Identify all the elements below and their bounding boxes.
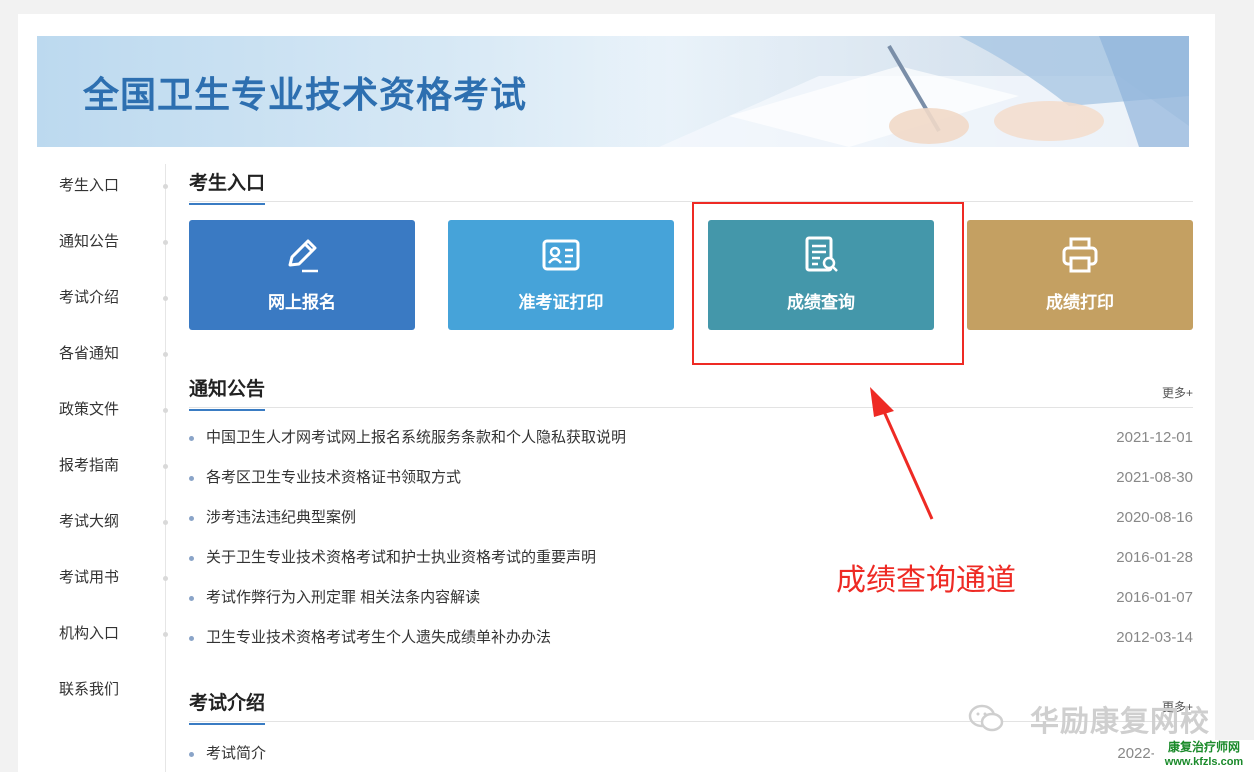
section-header-notices: 通知公告 更多+ [189, 370, 1193, 411]
sidebar-item-guide[interactable]: 报考指南 [37, 444, 168, 500]
bullet [189, 752, 194, 757]
badge-url: www.kfzls.com [1164, 756, 1244, 768]
annotation-arrow [870, 387, 934, 520]
sidebar-item-policies[interactable]: 政策文件 [37, 388, 168, 444]
sidebar-dot [163, 520, 168, 525]
notice-title[interactable]: 考试作弊行为入刑定罪 相关法条内容解读 [206, 578, 480, 618]
id-card-icon [542, 239, 580, 271]
watermark-text: 华励康复网校 [1030, 706, 1211, 738]
notice-title[interactable]: 各考区卫生专业技术资格证书领取方式 [206, 458, 461, 498]
sidebar-dot [163, 576, 168, 581]
score-query-highlight-box [692, 202, 964, 365]
sidebar-item-province-notices[interactable]: 各省通知 [37, 332, 168, 388]
tile-label: 成绩打印 [1046, 293, 1114, 312]
notice-date: 2016-01-07 [1116, 589, 1193, 606]
sidebar-item-label: 通知公告 [59, 233, 120, 250]
bullet [189, 436, 194, 441]
tile-admission-ticket[interactable]: 准考证打印 [448, 220, 674, 330]
tile-label: 准考证打印 [518, 293, 604, 312]
sidebar-dot [163, 296, 168, 301]
main-content: 考生入口 网上报名 准考证打印 成绩查询 成绩打印 通知公告 更多+ 中国卫生人… [189, 164, 1193, 762]
bullet [189, 596, 194, 601]
sidebar-item-candidate-entry[interactable]: 考生入口 [37, 164, 168, 220]
notice-date: 2016-01-28 [1116, 549, 1193, 566]
tile-score-print[interactable]: 成绩打印 [967, 220, 1193, 330]
sidebar-dot [163, 632, 168, 637]
sidebar-item-label: 报考指南 [59, 457, 120, 474]
sidebar-item-syllabus[interactable]: 考试大纲 [37, 500, 168, 556]
sidebar-item-books[interactable]: 考试用书 [37, 556, 168, 612]
header-banner: 全国卫生专业技术资格考试 [37, 36, 1189, 147]
entry-tiles: 网上报名 准考证打印 成绩查询 成绩打印 [189, 202, 1193, 332]
notice-date: 2021-08-30 [1116, 469, 1193, 486]
section-header-entry: 考生入口 [189, 164, 1193, 205]
annotation-label: 成绩查询通道 [836, 564, 1016, 597]
notices-section: 通知公告 更多+ 中国卫生人才网考试网上报名系统服务条款和个人隐私获取说明 202… [189, 370, 1193, 658]
pencil-icon [288, 239, 318, 273]
tile-online-registration[interactable]: 网上报名 [189, 220, 415, 330]
list-item[interactable]: 中国卫生人才网考试网上报名系统服务条款和个人隐私获取说明 2021-12-01 [189, 418, 1193, 458]
sidebar-item-label: 考试介绍 [59, 289, 120, 306]
sidebar-dot [163, 240, 168, 245]
notice-date: 2020-08-16 [1116, 509, 1193, 526]
badge-title: 康复治疗师网 [1167, 740, 1240, 754]
site-title: 全国卫生专业技术资格考试 [83, 74, 528, 115]
sidebar-item-label: 考试用书 [59, 569, 120, 586]
sidebar-dot [163, 464, 168, 469]
sidebar-item-label: 联系我们 [59, 681, 120, 698]
sidebar-item-institution-entry[interactable]: 机构入口 [37, 612, 168, 668]
sidebar-item-label: 各省通知 [59, 345, 120, 362]
tile-label: 网上报名 [268, 293, 336, 312]
list-item[interactable]: 涉考违法违纪典型案例 2020-08-16 [189, 498, 1193, 538]
bullet [189, 516, 194, 521]
notice-title[interactable]: 中国卫生人才网考试网上报名系统服务条款和个人隐私获取说明 [206, 418, 626, 458]
sidebar-item-exam-intro[interactable]: 考试介绍 [37, 276, 168, 332]
sidebar-item-label: 机构入口 [59, 625, 120, 642]
notice-title[interactable]: 涉考违法违纪典型案例 [206, 498, 356, 538]
section-title: 考试介绍 [189, 688, 266, 725]
notice-title[interactable]: 关于卫生专业技术资格考试和护士执业资格考试的重要声明 [206, 538, 596, 578]
list-item[interactable]: 各考区卫生专业技术资格证书领取方式 2021-08-30 [189, 458, 1193, 498]
section-title: 通知公告 [189, 374, 266, 411]
sidebar-item-label: 政策文件 [59, 401, 120, 418]
bullet [189, 636, 194, 641]
list-item[interactable]: 关于卫生专业技术资格考试和护士执业资格考试的重要声明 2016-01-28 [189, 538, 1193, 578]
sidebar-item-contact[interactable]: 联系我们 [37, 668, 167, 724]
sidebar-item-label: 考试大纲 [59, 513, 120, 530]
wechat-icon [968, 704, 1004, 732]
list-item[interactable]: 卫生专业技术资格考试考生个人遗失成绩单补办办法 2012-03-14 [189, 618, 1193, 658]
sidebar-item-notices[interactable]: 通知公告 [37, 220, 168, 276]
bullet [189, 556, 194, 561]
section-title: 考生入口 [189, 168, 266, 205]
bullet [189, 476, 194, 481]
notice-title[interactable]: 卫生专业技术资格考试考生个人遗失成绩单补办办法 [206, 618, 551, 658]
sidebar-item-label: 考生入口 [59, 177, 120, 194]
page-container: 全国卫生专业技术资格考试 考生入口 通知公告 考试介绍 各省通知 政策文件 报考… [18, 14, 1215, 772]
more-link[interactable]: 更多+ [1162, 384, 1193, 401]
list-item[interactable]: 考试作弊行为入刑定罪 相关法条内容解读 2016-01-07 [189, 578, 1193, 618]
intro-title[interactable]: 考试简介 [206, 734, 266, 772]
notice-date: 2021-12-01 [1116, 429, 1193, 446]
sidebar-dot [163, 184, 168, 189]
banner-illustration [599, 36, 1189, 147]
printer-icon [1062, 237, 1098, 273]
site-badge: 康复治疗师网 www.kfzls.com [1154, 740, 1254, 772]
sidebar-dot [163, 352, 168, 357]
sidebar-dot [163, 408, 168, 413]
notice-date: 2012-03-14 [1116, 629, 1193, 646]
sidebar-nav: 考生入口 通知公告 考试介绍 各省通知 政策文件 报考指南 考试大纲 考试用书 … [37, 164, 168, 724]
